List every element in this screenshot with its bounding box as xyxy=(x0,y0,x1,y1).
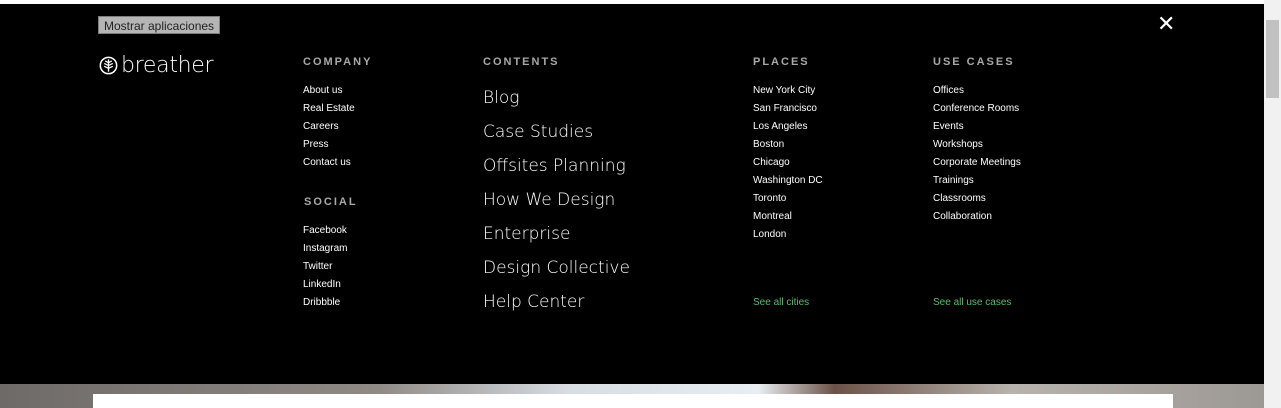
place-link[interactable]: Chicago xyxy=(753,156,823,174)
use-cases-heading: USE CASES xyxy=(933,56,1015,68)
places-heading: PLACES xyxy=(753,56,810,68)
place-link[interactable]: Washington DC xyxy=(753,174,823,192)
company-link[interactable]: About us xyxy=(303,84,355,102)
place-link[interactable]: London xyxy=(753,228,823,246)
use-case-link[interactable]: Events xyxy=(933,120,1021,138)
leaf-logo-icon xyxy=(99,56,118,75)
company-link[interactable]: Press xyxy=(303,138,355,156)
navigation-overlay: Mostrar aplicaciones ✕ breather COMPANY … xyxy=(0,4,1264,384)
company-list: About us Real Estate Careers Press Conta… xyxy=(303,84,355,174)
place-link[interactable]: Toronto xyxy=(753,192,823,210)
places-list: New York City San Francisco Los Angeles … xyxy=(753,84,823,246)
contents-link[interactable]: Enterprise xyxy=(483,223,630,257)
social-list: Facebook Instagram Twitter LinkedIn Drib… xyxy=(303,224,347,314)
place-link[interactable]: San Francisco xyxy=(753,102,823,120)
contents-link[interactable]: Design Collective xyxy=(483,257,630,291)
company-link[interactable]: Real Estate xyxy=(303,102,355,120)
show-apps-button[interactable]: Mostrar aplicaciones xyxy=(98,16,221,34)
contents-link[interactable]: Help Center xyxy=(483,291,630,325)
social-heading: SOCIAL xyxy=(304,196,358,208)
social-link[interactable]: LinkedIn xyxy=(303,278,347,296)
use-case-link[interactable]: Trainings xyxy=(933,174,1021,192)
use-case-link[interactable]: Conference Rooms xyxy=(933,102,1021,120)
place-link[interactable]: Montreal xyxy=(753,210,823,228)
contents-link[interactable]: Case Studies xyxy=(483,121,630,155)
contents-link[interactable]: How We Design xyxy=(483,189,630,223)
social-link[interactable]: Dribbble xyxy=(303,296,347,314)
place-link[interactable]: Los Angeles xyxy=(753,120,823,138)
social-link[interactable]: Instagram xyxy=(303,242,347,260)
contents-link[interactable]: Offsites Planning xyxy=(483,155,630,189)
close-icon[interactable]: ✕ xyxy=(1157,14,1175,36)
company-link[interactable]: Contact us xyxy=(303,156,355,174)
social-link[interactable]: Facebook xyxy=(303,224,347,242)
use-case-link[interactable]: Corporate Meetings xyxy=(933,156,1021,174)
company-heading: COMPANY xyxy=(303,56,373,68)
breather-logo[interactable]: breather xyxy=(99,53,214,78)
contents-heading: CONTENTS xyxy=(483,56,560,68)
contents-link[interactable]: Blog xyxy=(483,87,630,121)
use-case-link[interactable]: Classrooms xyxy=(933,192,1021,210)
contents-list: Blog Case Studies Offsites Planning How … xyxy=(483,87,630,325)
place-link[interactable]: Boston xyxy=(753,138,823,156)
logo-text: breather xyxy=(121,53,214,78)
scrollbar-thumb[interactable] xyxy=(1266,20,1279,98)
use-cases-list: Offices Conference Rooms Events Workshop… xyxy=(933,84,1021,228)
use-case-link[interactable]: Collaboration xyxy=(933,210,1021,228)
content-card xyxy=(93,394,1173,408)
social-link[interactable]: Twitter xyxy=(303,260,347,278)
use-case-link[interactable]: Offices xyxy=(933,84,1021,102)
company-link[interactable]: Careers xyxy=(303,120,355,138)
see-all-use-cases-link[interactable]: See all use cases xyxy=(933,297,1011,308)
use-case-link[interactable]: Workshops xyxy=(933,138,1021,156)
see-all-cities-link[interactable]: See all cities xyxy=(753,297,809,308)
place-link[interactable]: New York City xyxy=(753,84,823,102)
